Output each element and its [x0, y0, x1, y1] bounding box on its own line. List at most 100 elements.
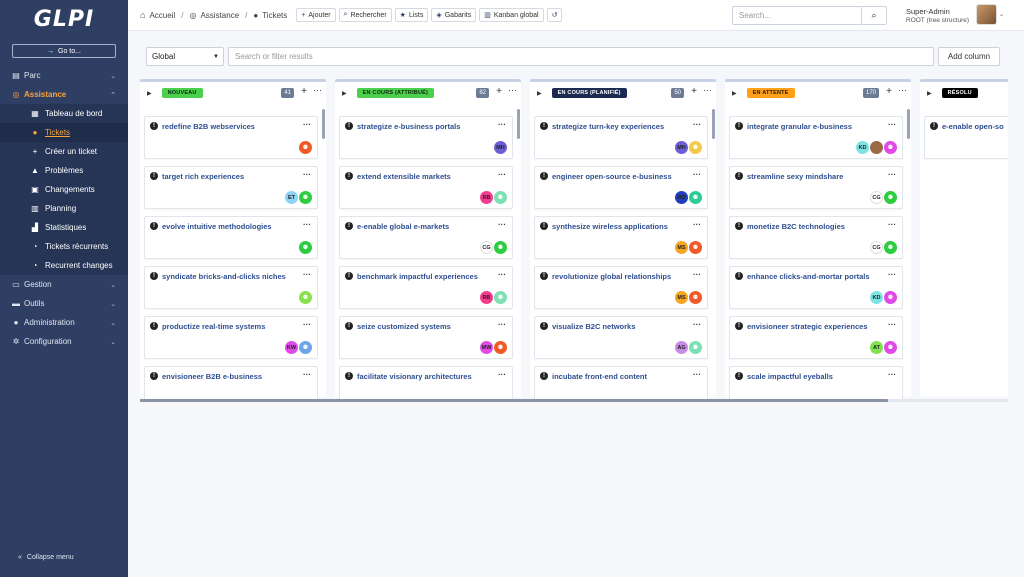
- user-initials-avatar[interactable]: RB: [480, 191, 493, 204]
- group-avatar-icon[interactable]: ⚉: [689, 141, 702, 154]
- group-avatar-icon[interactable]: ⚉: [689, 291, 702, 304]
- lists-button[interactable]: ★ Lists: [394, 8, 429, 22]
- card-menu-icon[interactable]: ···: [303, 370, 311, 379]
- user-initials-avatar[interactable]: CG: [480, 241, 493, 254]
- add-column-button[interactable]: Add column: [938, 47, 1000, 66]
- card-title[interactable]: integrate granular e-business: [747, 122, 852, 131]
- kanban-card[interactable]: ! e-enable global e-markets ··· CG ⚉: [339, 216, 513, 259]
- collapse-column-icon[interactable]: ▶: [732, 90, 737, 97]
- sidebar-item-outils[interactable]: ▬ Outils ⌄: [0, 294, 128, 313]
- user-initials-avatar[interactable]: AT: [870, 341, 883, 354]
- sidebar-item-creer-ticket[interactable]: + Créer un ticket: [0, 142, 128, 161]
- breadcrumb-accueil[interactable]: Accueil: [149, 11, 175, 20]
- card-menu-icon[interactable]: ···: [303, 270, 311, 279]
- kanban-card[interactable]: ! facilitate visionary architectures ···: [339, 366, 513, 399]
- card-title[interactable]: engineer open-source e-business: [552, 172, 672, 181]
- card-title[interactable]: synthesize wireless applications: [552, 222, 668, 231]
- kanban-card[interactable]: ! envisioneer strategic experiences ··· AT ⚉: [729, 316, 903, 359]
- sidebar-item-tickets-recurrents[interactable]: ◔ Tickets récurrents: [0, 237, 128, 256]
- kanban-card[interactable]: ! target rich experiences ··· ET ⚉: [144, 166, 318, 209]
- card-title[interactable]: syndicate bricks-and-clicks niches: [162, 272, 286, 281]
- group-avatar-icon[interactable]: ⚉: [689, 341, 702, 354]
- group-avatar-icon[interactable]: ⚉: [299, 191, 312, 204]
- group-avatar-icon[interactable]: ⚉: [884, 341, 897, 354]
- card-title[interactable]: facilitate visionary architectures: [357, 372, 472, 381]
- card-menu-icon[interactable]: ···: [303, 120, 311, 129]
- card-menu-icon[interactable]: ···: [498, 120, 506, 129]
- kanban-card[interactable]: ! seize customized systems ··· MW ⚉: [339, 316, 513, 359]
- user-initials-avatar[interactable]: MH: [494, 141, 507, 154]
- card-menu-icon[interactable]: ···: [888, 270, 896, 279]
- user-info[interactable]: Super-Admin ROOT (tree structure): [906, 7, 969, 25]
- group-avatar-icon[interactable]: ⚉: [494, 191, 507, 204]
- collapse-menu-button[interactable]: « Collapse menu: [18, 554, 74, 561]
- kanban-card[interactable]: ! streamline sexy mindshare ··· CG ⚉: [729, 166, 903, 209]
- card-menu-icon[interactable]: ···: [888, 370, 896, 379]
- add-card-icon[interactable]: +: [691, 86, 697, 97]
- global-search-input[interactable]: Search...: [732, 6, 862, 25]
- card-title[interactable]: monetize B2C technologies: [747, 222, 845, 231]
- column-scrollbar-thumb[interactable]: [907, 109, 910, 139]
- kanban-card[interactable]: ! engineer open-source e-business ··· RO ⚉: [534, 166, 708, 209]
- card-menu-icon[interactable]: ···: [888, 220, 896, 229]
- sidebar-item-configuration[interactable]: ✲ Configuration ⌄: [0, 332, 128, 351]
- sidebar-item-planning[interactable]: ▥ Planning: [0, 199, 128, 218]
- card-title[interactable]: strategize e-business portals: [357, 122, 460, 131]
- card-menu-icon[interactable]: ···: [693, 320, 701, 329]
- kanban-card[interactable]: ! strategize e-business portals ··· MH: [339, 116, 513, 159]
- search-button[interactable]: ⌕ Rechercher: [338, 8, 392, 22]
- card-menu-icon[interactable]: ···: [498, 320, 506, 329]
- kanban-card[interactable]: ! integrate granular e-business ··· KD ⚉: [729, 116, 903, 159]
- user-initials-avatar[interactable]: MH: [675, 141, 688, 154]
- collapse-column-icon[interactable]: ▶: [927, 90, 932, 97]
- breadcrumb-assistance[interactable]: Assistance: [200, 11, 239, 20]
- sidebar-item-gestion[interactable]: ▭ Gestion ⌄: [0, 275, 128, 294]
- card-title[interactable]: scale impactful eyeballs: [747, 372, 833, 381]
- column-scrollbar-thumb[interactable]: [712, 109, 715, 139]
- sidebar-item-problemes[interactable]: ▲ Problèmes: [0, 161, 128, 180]
- user-initials-avatar[interactable]: MW: [480, 341, 493, 354]
- chevron-down-icon[interactable]: ⌄: [999, 11, 1004, 18]
- user-photo-avatar[interactable]: [870, 141, 883, 154]
- column-scrollbar-thumb[interactable]: [322, 109, 325, 139]
- card-menu-icon[interactable]: ···: [693, 370, 701, 379]
- group-avatar-icon[interactable]: ⚉: [299, 341, 312, 354]
- kanban-global-button[interactable]: ▥ Kanban global: [479, 8, 544, 22]
- column-menu-icon[interactable]: ···: [703, 85, 712, 95]
- kanban-card[interactable]: ! scale impactful eyeballs ···: [729, 366, 903, 399]
- group-avatar-icon[interactable]: ⚉: [884, 241, 897, 254]
- kanban-card[interactable]: ! visualize B2C networks ··· AG ⚉: [534, 316, 708, 359]
- card-menu-icon[interactable]: ···: [303, 320, 311, 329]
- card-title[interactable]: e-enable global e-markets: [357, 222, 449, 231]
- user-initials-avatar[interactable]: RO: [675, 191, 688, 204]
- breadcrumb-tickets[interactable]: Tickets: [262, 11, 287, 20]
- sidebar-item-tickets[interactable]: ● Tickets: [0, 123, 128, 142]
- horizontal-scrollbar-thumb[interactable]: [140, 399, 888, 402]
- user-avatar[interactable]: [976, 4, 997, 25]
- kanban-card[interactable]: ! strategize turn-key experiences ··· MH ⚉: [534, 116, 708, 159]
- card-menu-icon[interactable]: ···: [498, 220, 506, 229]
- user-initials-avatar[interactable]: AG: [675, 341, 688, 354]
- card-title[interactable]: incubate front-end content: [552, 372, 647, 381]
- card-title[interactable]: enhance clicks-and-mortar portals: [747, 272, 870, 281]
- group-avatar-icon[interactable]: ⚉: [884, 191, 897, 204]
- card-title[interactable]: envisioneer B2B e-business: [162, 372, 262, 381]
- kanban-card[interactable]: ! evolve intuitive methodologies ··· ⚉: [144, 216, 318, 259]
- card-title[interactable]: seize customized systems: [357, 322, 451, 331]
- card-menu-icon[interactable]: ···: [888, 120, 896, 129]
- kanban-card[interactable]: ! redefine B2B webservices ··· ⚉: [144, 116, 318, 159]
- column-menu-icon[interactable]: ···: [898, 85, 907, 95]
- sidebar-item-parc[interactable]: ▤ Parc ⌄: [0, 66, 128, 85]
- card-menu-icon[interactable]: ···: [498, 270, 506, 279]
- group-avatar-icon[interactable]: ⚉: [299, 241, 312, 254]
- kanban-card[interactable]: ! extend extensible markets ··· RB ⚉: [339, 166, 513, 209]
- kanban-filter-input[interactable]: Search or filter results: [228, 47, 934, 66]
- kanban-card[interactable]: ! synthesize wireless applications ··· MS ⚉: [534, 216, 708, 259]
- column-scrollbar-thumb[interactable]: [517, 109, 520, 139]
- card-title[interactable]: benchmark impactful experiences: [357, 272, 478, 281]
- collapse-column-icon[interactable]: ▶: [342, 90, 347, 97]
- add-card-icon[interactable]: +: [301, 86, 307, 97]
- collapse-column-icon[interactable]: ▶: [537, 90, 542, 97]
- card-title[interactable]: target rich experiences: [162, 172, 244, 181]
- card-title[interactable]: envisioneer strategic experiences: [747, 322, 867, 331]
